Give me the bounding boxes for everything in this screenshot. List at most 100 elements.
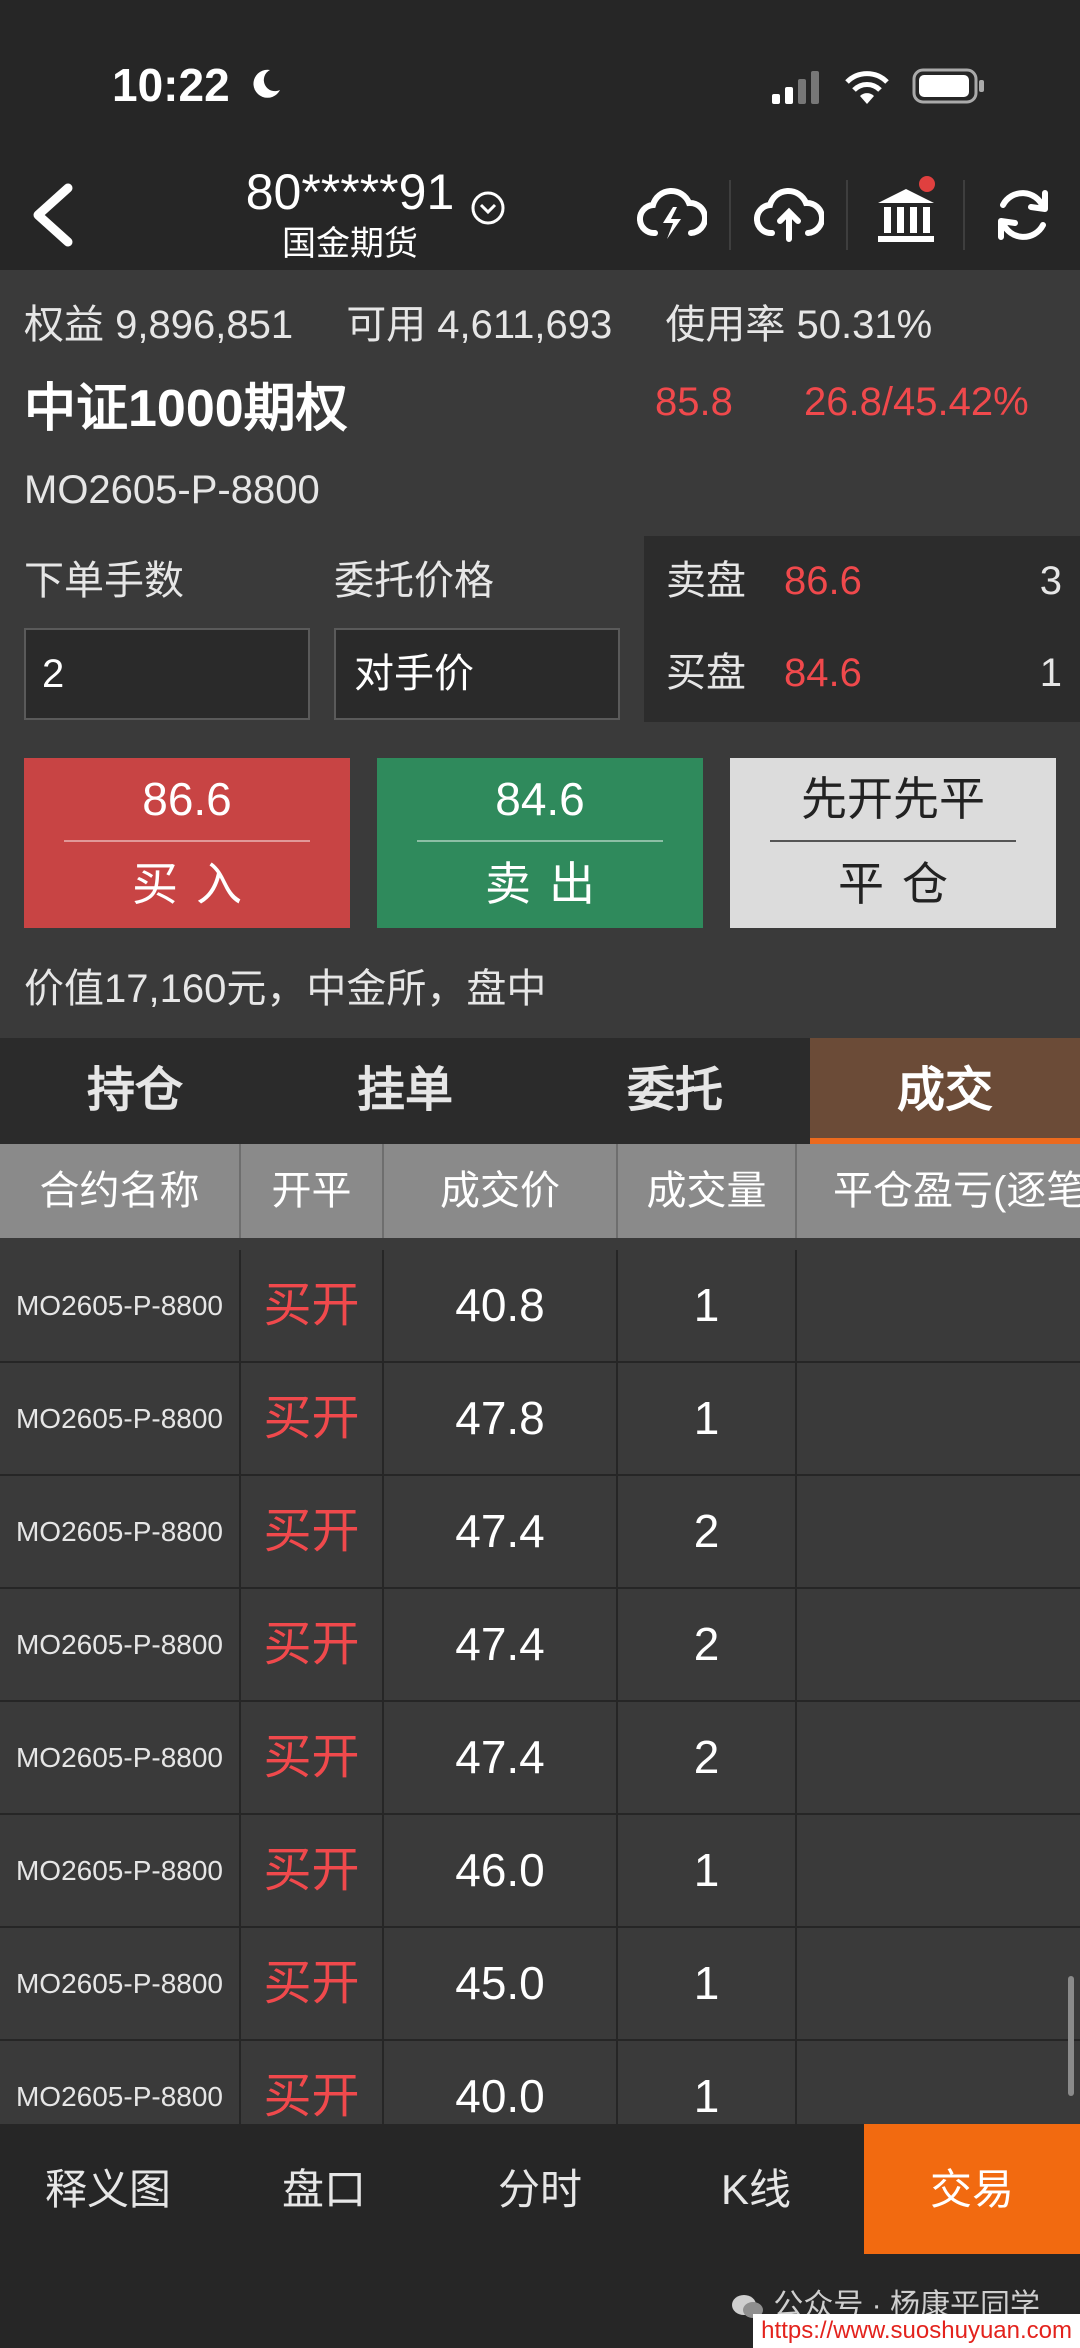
cell-side: 买开 [241, 1815, 384, 1926]
col-qty[interactable]: 成交量 [618, 1144, 797, 1238]
nav-diagram[interactable]: 释义图 [0, 2124, 216, 2256]
cell-pnl [797, 1928, 1080, 2039]
price-type-input[interactable]: 对手价 [334, 628, 620, 720]
cell-contract: MO2605-P-8800 [0, 1702, 241, 1813]
tab-trades[interactable]: 成交 [810, 1038, 1080, 1144]
ask-row[interactable]: 卖盘 86.6 3 [666, 536, 1062, 626]
order-book: 卖盘 86.6 3 买盘 84.6 1 [644, 536, 1080, 722]
cell-contract: MO2605-P-8800 [0, 1928, 241, 2039]
available: 可用 4,611,693 [346, 303, 613, 347]
cloud-lightning-button[interactable] [614, 160, 729, 270]
col-price[interactable]: 成交价 [384, 1144, 618, 1238]
cell-pnl [797, 1589, 1080, 1700]
close-label: 平仓 [838, 858, 966, 910]
cell-contract: MO2605-P-8800 [0, 1815, 241, 1926]
chevron-down-icon[interactable] [470, 190, 506, 226]
cell-price: 47.4 [384, 1702, 618, 1813]
cell-qty: 1 [618, 1250, 797, 1361]
signal-icon [772, 71, 819, 104]
cell-side: 买开 [241, 1928, 384, 2039]
nav-intraday[interactable]: 分时 [432, 2124, 648, 2256]
cloud-upload-icon [753, 188, 824, 242]
cell-qty: 2 [618, 1476, 797, 1587]
price-change: 26.8/45.42% [804, 380, 1029, 424]
wifi-icon [845, 71, 889, 104]
account-selector[interactable]: 80*****91 国金期货 [230, 160, 470, 264]
value-info: 价值17,160元，中金所，盘中 [24, 967, 547, 1011]
footer: 公众号 · 杨康平同学 https://www.suoshuyuan.com [0, 2256, 1080, 2348]
sell-price: 84.6 [495, 773, 585, 825]
bid-label: 买盘 [666, 651, 746, 695]
broker-name: 国金期货 [282, 225, 418, 263]
col-side[interactable]: 开平 [241, 1144, 384, 1238]
ask-label: 卖盘 [666, 559, 746, 603]
cell-contract: MO2605-P-8800 [0, 2041, 241, 2124]
cell-contract: MO2605-P-8800 [0, 1363, 241, 1474]
equity: 权益 9,896,851 [24, 303, 294, 347]
table-row[interactable]: MO2605-P-8800 买开 40.8 1 [0, 1250, 1080, 1363]
cell-qty: 1 [618, 2041, 797, 2124]
col-pnl[interactable]: 平仓盈亏(逐笔) [797, 1144, 1080, 1238]
table-row[interactable]: MO2605-P-8800 买开 47.4 2 [0, 1476, 1080, 1589]
contract-title[interactable]: 中证1000期权 [24, 366, 348, 441]
nav-orderbook[interactable]: 盘口 [216, 2124, 432, 2256]
nav-actions [614, 160, 1080, 270]
cloud-lightning-icon [636, 188, 707, 239]
table-row[interactable]: MO2605-P-8800 买开 47.4 2 [0, 1702, 1080, 1815]
buy-button[interactable]: 86.6 买入 [24, 758, 350, 928]
cell-pnl [797, 2041, 1080, 2124]
bid-volume: 1 [1039, 651, 1062, 695]
status-time: 10:22 [112, 59, 230, 111]
back-icon[interactable] [22, 180, 82, 250]
table-row[interactable]: MO2605-P-8800 买开 40.0 1 [0, 2041, 1080, 2124]
tab-pending[interactable]: 挂单 [270, 1038, 540, 1144]
table-row[interactable]: MO2605-P-8800 买开 47.4 2 [0, 1589, 1080, 1702]
cell-price: 40.0 [384, 2041, 618, 2124]
bank-button[interactable] [848, 160, 963, 270]
table-row[interactable]: MO2605-P-8800 买开 45.0 1 [0, 1928, 1080, 2041]
cell-qty: 2 [618, 1702, 797, 1813]
table-row[interactable]: MO2605-P-8800 买开 47.8 1 [0, 1363, 1080, 1476]
cell-side: 买开 [241, 1476, 384, 1587]
cell-qty: 2 [618, 1589, 797, 1700]
scrollbar[interactable] [1068, 1976, 1074, 2096]
ask-volume: 3 [1039, 559, 1062, 603]
close-position-button[interactable]: 先开先平 平仓 [730, 758, 1056, 928]
trades-table: MO2605-P-8800 买开 40.8 1 MO2605-P-8800 买开… [0, 1238, 1080, 2124]
sell-button[interactable]: 84.6 卖出 [377, 758, 703, 928]
quantity-input[interactable]: 2 [24, 628, 310, 720]
bid-row[interactable]: 买盘 84.6 1 [666, 628, 1062, 718]
price-label: 委托价格 [334, 559, 494, 603]
cell-pnl [797, 1250, 1080, 1361]
cell-pnl [797, 1815, 1080, 1926]
cell-side: 买开 [241, 1589, 384, 1700]
account-id: 80*****91 [245, 164, 455, 220]
status-bar: 10:22 [0, 0, 1080, 160]
moon-icon [253, 69, 280, 98]
refresh-button[interactable] [965, 160, 1080, 270]
cell-qty: 1 [618, 1928, 797, 2039]
ask-price: 86.6 [784, 559, 862, 603]
qty-label: 下单手数 [24, 559, 184, 603]
cell-side: 买开 [241, 2041, 384, 2124]
bank-icon [877, 189, 934, 242]
close-mode: 先开先平 [801, 773, 985, 825]
table-row[interactable]: MO2605-P-8800 买开 46.0 1 [0, 1815, 1080, 1928]
cell-qty: 1 [618, 1815, 797, 1926]
tab-positions[interactable]: 持仓 [0, 1038, 270, 1144]
cloud-upload-button[interactable] [731, 160, 846, 270]
notification-dot [919, 176, 935, 192]
cell-side: 买开 [241, 1363, 384, 1474]
buy-label: 买入 [132, 858, 260, 910]
battery-icon [912, 68, 984, 104]
tab-orders[interactable]: 委托 [540, 1038, 810, 1144]
cell-price: 40.8 [384, 1250, 618, 1361]
trade-panel: 权益 9,896,851 可用 4,611,693 使用率 50.31% 中证1… [0, 270, 1080, 1038]
col-contract[interactable]: 合约名称 [0, 1144, 241, 1238]
contract-code: MO2605-P-8800 [24, 468, 320, 512]
cell-pnl [797, 1476, 1080, 1587]
account-stats: 权益 9,896,851 可用 4,611,693 使用率 50.31% [24, 292, 974, 350]
nav-kline[interactable]: K线 [648, 2124, 864, 2256]
nav-trade[interactable]: 交易 [864, 2124, 1080, 2254]
cell-pnl [797, 1363, 1080, 1474]
